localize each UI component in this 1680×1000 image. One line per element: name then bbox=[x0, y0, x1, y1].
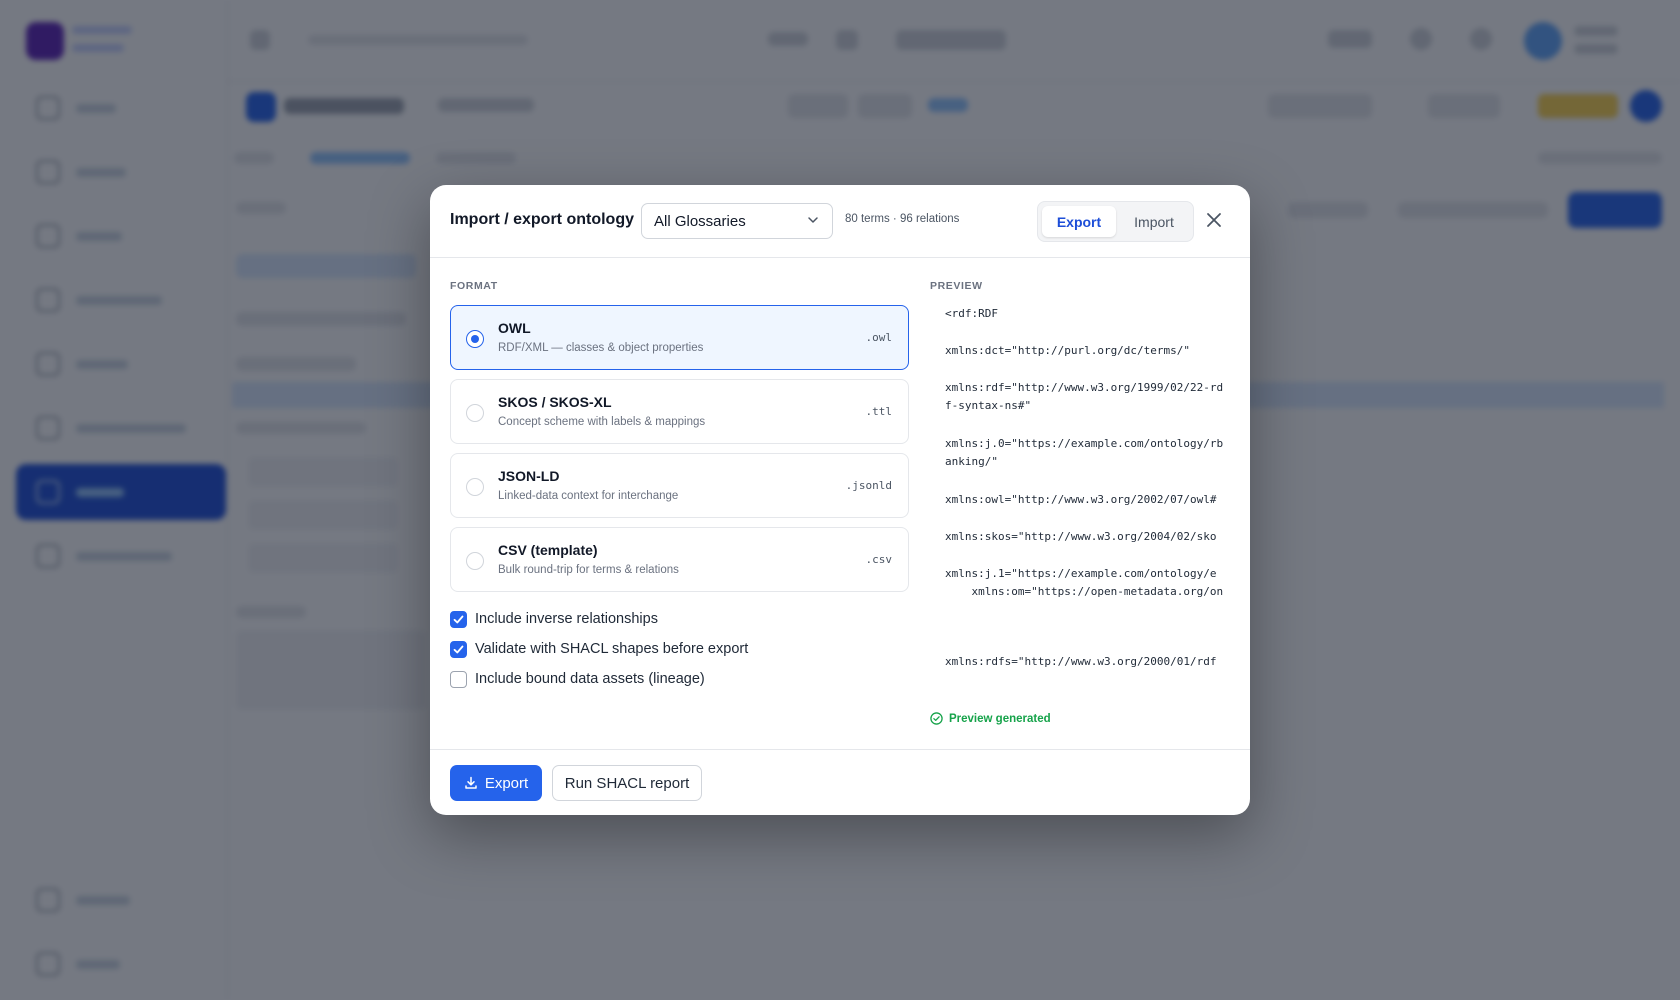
radio-owl[interactable] bbox=[466, 330, 484, 348]
preview-line: xmlns:rdfs="http://www.w3.org/2000/01/rd… bbox=[945, 655, 1217, 668]
preview-line: xmlns:rdf="http://www.w3.org/1999/02/22-… bbox=[945, 381, 1224, 412]
format-description: Linked-data context for interchange bbox=[498, 490, 679, 502]
format-name: SKOS / SKOS-XL bbox=[498, 394, 612, 410]
check-icon bbox=[453, 645, 464, 653]
format-extension: .owl bbox=[865, 331, 893, 344]
modal-footer: Export Run SHACL report bbox=[430, 749, 1250, 815]
format-extension: .ttl bbox=[865, 405, 893, 418]
glossary-scope-select[interactable]: All Glossaries bbox=[641, 203, 833, 239]
download-icon bbox=[465, 776, 477, 789]
preview-line: <rdf:RDF bbox=[945, 307, 998, 320]
chevron-down-icon bbox=[808, 217, 818, 223]
format-name: OWL bbox=[498, 320, 531, 336]
format-option-owl[interactable]: OWL RDF/XML — classes & object propertie… bbox=[450, 305, 909, 370]
preview-line: xmlns:owl="http://www.w3.org/2002/07/owl… bbox=[945, 493, 1217, 506]
radio-dot bbox=[470, 334, 479, 343]
run-shacl-report-button[interactable]: Run SHACL report bbox=[552, 765, 702, 801]
format-section-label: FORMAT bbox=[450, 280, 498, 292]
radio-skos[interactable] bbox=[466, 404, 484, 422]
preview-code: <rdf:RDF xmlns:dct="http://purl.org/dc/t… bbox=[945, 305, 1245, 605]
preview-section-label: PREVIEW bbox=[930, 280, 983, 292]
format-name: JSON-LD bbox=[498, 468, 560, 484]
check-circle-icon bbox=[930, 712, 943, 725]
modal-title: Import / export ontology bbox=[450, 211, 634, 228]
option-bound-data-assets[interactable]: Include bound data assets (lineage) bbox=[450, 669, 705, 689]
format-option-skos[interactable]: SKOS / SKOS-XL Concept scheme with label… bbox=[450, 379, 909, 444]
tab-import[interactable]: Import bbox=[1118, 206, 1190, 237]
option-validate-shacl[interactable]: Validate with SHACL shapes before export bbox=[450, 639, 748, 659]
checkbox-checked[interactable] bbox=[450, 610, 467, 628]
format-description: Concept scheme with labels & mappings bbox=[498, 416, 706, 428]
check-icon bbox=[453, 615, 464, 623]
glossary-scope-value: All Glossaries bbox=[654, 212, 746, 230]
preview-status: Preview generated bbox=[930, 712, 1051, 725]
option-inverse-relationships[interactable]: Include inverse relationships bbox=[450, 609, 658, 629]
mode-toggle: Export Import bbox=[1037, 201, 1194, 242]
preview-line: xmlns:j.0="https://example.com/ontology/… bbox=[945, 437, 1224, 468]
tab-export[interactable]: Export bbox=[1042, 206, 1116, 237]
format-option-jsonld[interactable]: JSON-LD Linked-data context for intercha… bbox=[450, 453, 909, 518]
import-export-modal: Import / export ontology All Glossaries … bbox=[430, 185, 1250, 815]
checkbox-checked[interactable] bbox=[450, 640, 467, 658]
modal-header: Import / export ontology All Glossaries … bbox=[430, 185, 1250, 258]
preview-line: xmlns:j.1="https://example.com/ontology/… bbox=[945, 567, 1224, 605]
export-button-label: Export bbox=[484, 774, 529, 792]
preview-line: xmlns:skos="http://www.w3.org/2004/02/sk… bbox=[945, 530, 1217, 543]
preview-status-text: Preview generated bbox=[949, 712, 1051, 725]
format-description: Bulk round-trip for terms & relations bbox=[498, 564, 679, 576]
option-label: Validate with SHACL shapes before export bbox=[475, 641, 749, 657]
format-extension: .jsonld bbox=[845, 479, 892, 492]
format-extension: .csv bbox=[865, 553, 893, 566]
option-label: Include inverse relationships bbox=[475, 611, 658, 627]
format-name: CSV (template) bbox=[498, 542, 598, 558]
radio-jsonld[interactable] bbox=[466, 478, 484, 496]
term-relation-counts: 80 terms · 96 relations bbox=[845, 213, 960, 225]
option-label: Include bound data assets (lineage) bbox=[475, 671, 705, 687]
format-description: RDF/XML — classes & object properties bbox=[498, 342, 704, 354]
preview-line: xmlns:dct="http://purl.org/dc/terms/" bbox=[945, 344, 1191, 357]
close-icon[interactable] bbox=[1204, 210, 1224, 230]
format-option-csv[interactable]: CSV (template) Bulk round-trip for terms… bbox=[450, 527, 909, 592]
checkbox-unchecked[interactable] bbox=[450, 670, 467, 688]
export-button[interactable]: Export bbox=[450, 765, 542, 801]
radio-csv[interactable] bbox=[466, 552, 484, 570]
